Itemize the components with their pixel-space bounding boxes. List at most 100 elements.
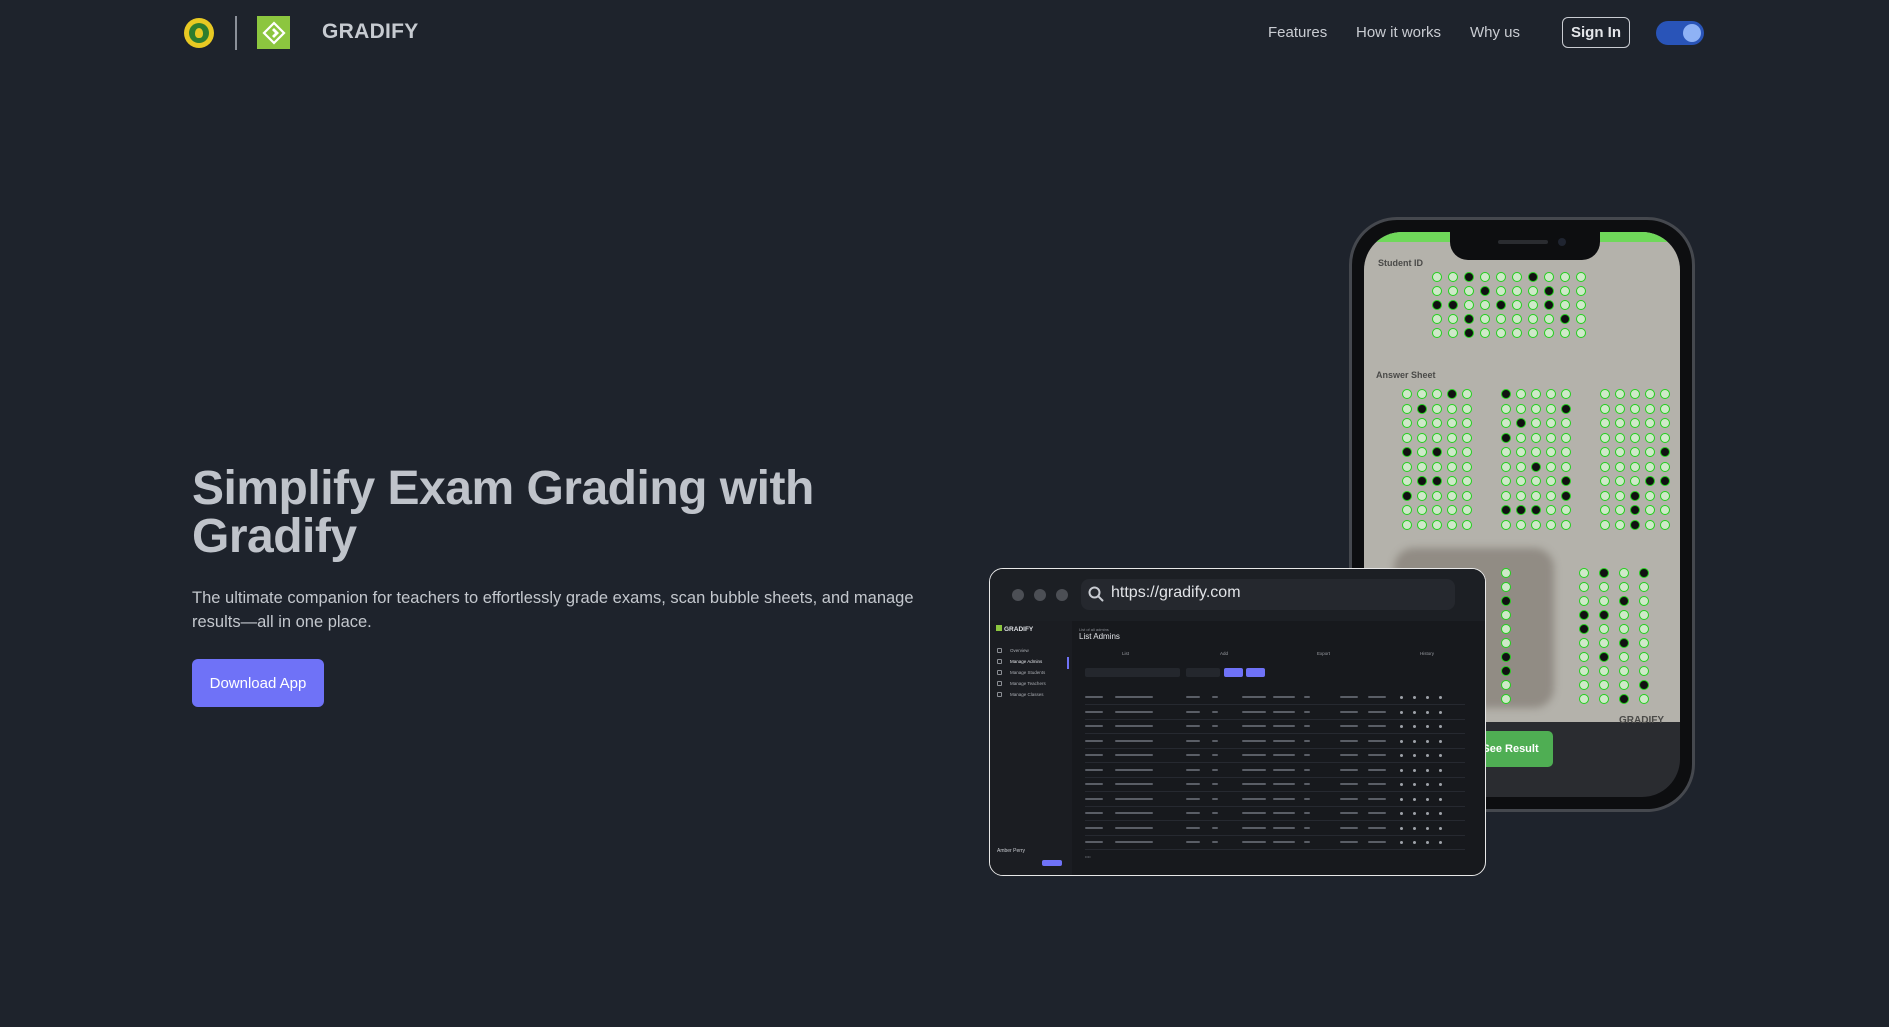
- answer-bubble: [1480, 272, 1490, 282]
- table-cell: [1304, 797, 1310, 800]
- answer-bubble: [1561, 476, 1571, 486]
- answer-bubble: [1432, 403, 1442, 414]
- answer-bubble: [1599, 680, 1609, 690]
- row-action-icon: [1439, 696, 1442, 699]
- answer-bubbles-col-1: [1402, 389, 1477, 530]
- download-app-button[interactable]: Download App: [192, 659, 324, 707]
- browser-mockup: https://gradify.com GRADIFY Overview Man…: [989, 568, 1486, 876]
- table-cell: [1085, 710, 1103, 713]
- answer-bubble: [1516, 519, 1526, 530]
- answer-bubble: [1639, 652, 1649, 662]
- answer-bubble: [1402, 490, 1412, 501]
- answer-bubble: [1448, 286, 1458, 296]
- table-cell: [1273, 754, 1295, 756]
- sign-in-button[interactable]: Sign In: [1562, 17, 1630, 48]
- answer-bubble: [1660, 519, 1670, 530]
- table-cell: [1304, 841, 1310, 843]
- hero-subtitle: The ultimate companion for teachers to e…: [192, 589, 914, 631]
- answer-bubble: [1600, 461, 1610, 472]
- answer-bubble: [1619, 596, 1629, 606]
- answer-bubble: [1462, 418, 1472, 428]
- answer-bubble: [1600, 389, 1610, 399]
- row-action-icon: [1400, 812, 1403, 815]
- table-cell: [1186, 710, 1200, 713]
- table-export-button: [1246, 668, 1265, 677]
- table-cell: [1368, 739, 1386, 742]
- table-cell: [1273, 725, 1295, 727]
- answer-bubble: [1528, 300, 1538, 310]
- answer-bubble: [1560, 272, 1570, 282]
- table-cell: [1242, 710, 1266, 713]
- row-action-icon: [1413, 739, 1416, 743]
- answer-bubble: [1599, 610, 1609, 620]
- table-cell: [1304, 710, 1310, 713]
- table-cell: [1242, 754, 1266, 756]
- answer-bubble: [1576, 272, 1586, 282]
- gradify-logo-icon[interactable]: [257, 16, 290, 49]
- table-cell: [1212, 725, 1218, 727]
- answer-bubble: [1546, 505, 1556, 515]
- students-icon: [997, 670, 1002, 675]
- answer-bubble: [1447, 447, 1457, 457]
- answer-bubble: [1516, 476, 1526, 486]
- school-seal-logo[interactable]: [184, 18, 214, 48]
- answer-bubble: [1600, 418, 1610, 428]
- answer-bubble: [1660, 418, 1670, 428]
- answer-bubble: [1501, 638, 1511, 648]
- table-cell: [1242, 696, 1266, 698]
- table-cell: [1368, 710, 1386, 713]
- answer-bubble: [1432, 505, 1442, 515]
- answer-bubble: [1402, 447, 1412, 457]
- answer-bubble: [1599, 638, 1609, 648]
- logo-divider: [235, 16, 237, 50]
- brand-name[interactable]: GRADIFY: [322, 20, 419, 44]
- row-action-icon: [1426, 841, 1429, 844]
- hero-title: Simplify Exam Grading with Gradify: [192, 462, 814, 563]
- nav-link-why-us[interactable]: Why us: [1470, 24, 1520, 41]
- row-action-icon: [1413, 754, 1416, 757]
- answer-bubble: [1639, 610, 1649, 620]
- table-cell: [1085, 783, 1103, 785]
- answer-bubble: [1639, 582, 1649, 592]
- answer-bubble: [1501, 505, 1511, 515]
- answer-bubble: [1516, 461, 1526, 472]
- answer-bubble: [1417, 403, 1427, 414]
- answer-bubble: [1660, 447, 1670, 457]
- table-cell: [1340, 710, 1358, 713]
- answer-bubble: [1615, 461, 1625, 472]
- tab-export: Export: [1317, 651, 1331, 656]
- nav-link-how-it-works[interactable]: How it works: [1356, 24, 1441, 41]
- answer-bubble: [1630, 490, 1640, 501]
- row-action-icon: [1413, 696, 1416, 699]
- answer-bubble: [1645, 403, 1655, 414]
- answer-bubble: [1615, 432, 1625, 443]
- answer-bubble: [1531, 418, 1541, 428]
- table-cell: [1186, 739, 1200, 742]
- answer-bubble: [1615, 403, 1625, 414]
- table-cell: [1340, 696, 1358, 698]
- answer-bubble: [1528, 328, 1538, 338]
- nav-link-features[interactable]: Features: [1268, 24, 1327, 41]
- answer-bubble: [1630, 389, 1640, 399]
- theme-toggle[interactable]: [1656, 21, 1704, 45]
- answer-bubble: [1630, 432, 1640, 443]
- answer-bubble: [1560, 286, 1570, 296]
- answer-bubble: [1417, 490, 1427, 501]
- table-cell: [1212, 841, 1218, 843]
- answer-bubble: [1600, 403, 1610, 414]
- answer-bubble: [1516, 505, 1526, 515]
- table-cell: [1368, 797, 1386, 800]
- row-action-icon: [1439, 783, 1442, 786]
- answer-bubble: [1600, 432, 1610, 443]
- table-cell: [1212, 826, 1218, 829]
- row-action-icon: [1400, 783, 1403, 786]
- answer-bubble: [1645, 389, 1655, 399]
- answer-bubble: [1402, 403, 1412, 414]
- answer-bubble: [1544, 314, 1554, 324]
- answer-bubble: [1432, 476, 1442, 486]
- table-cell: [1115, 797, 1153, 800]
- answer-bubble: [1600, 490, 1610, 501]
- sidebar-item-overview: Overview: [1010, 648, 1029, 653]
- active-indicator: [1067, 657, 1069, 669]
- table-cell: [1340, 783, 1358, 785]
